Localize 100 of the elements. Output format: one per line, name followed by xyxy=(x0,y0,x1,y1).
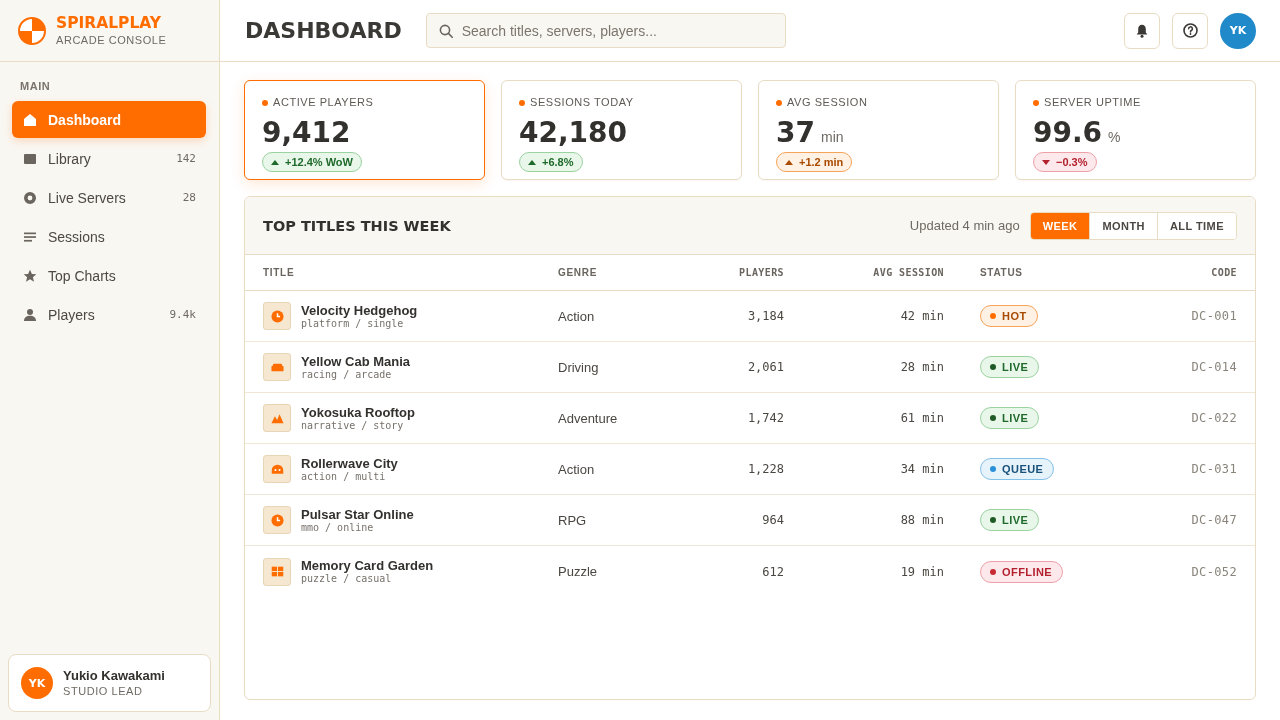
column-header[interactable]: PLAYERS xyxy=(739,267,784,278)
panel-title: TOP TITLES THIS WEEK xyxy=(263,216,451,235)
table-cell: 3,184 xyxy=(747,309,784,323)
dot-icon xyxy=(262,99,268,106)
column-header[interactable]: CODE xyxy=(1211,267,1237,278)
table-cell: DC-047 xyxy=(1191,513,1237,527)
kpi-label: SESSIONS TODAY xyxy=(530,96,634,109)
person-icon xyxy=(23,307,37,322)
table-cell: Adventure xyxy=(558,410,618,426)
section-label: MAIN xyxy=(20,80,51,93)
table-cell: 612 xyxy=(762,564,784,579)
nav-item[interactable]: Live Servers 28 xyxy=(12,179,206,216)
caret-up-icon xyxy=(785,159,793,165)
checkered-disc-icon xyxy=(18,16,46,45)
caret-up-icon xyxy=(271,159,279,165)
title-tags: mmo / online xyxy=(301,521,374,534)
delta-value: +12.4% WoW xyxy=(285,156,353,168)
title-tags: platform / single xyxy=(301,317,404,330)
nav-item[interactable]: Sessions xyxy=(12,218,206,255)
status-dot-icon xyxy=(990,313,996,319)
delta-value: +1.2 min xyxy=(799,156,844,168)
kpi-label: AVG SESSION xyxy=(787,96,868,109)
delta-value: +6.8% xyxy=(542,156,574,168)
table-cell: 28 min xyxy=(900,360,944,374)
search-field[interactable]: Search titles, servers, players... xyxy=(425,13,786,48)
mountain-icon xyxy=(263,404,291,432)
status-label: LIVE xyxy=(1002,514,1029,526)
help-button[interactable] xyxy=(1172,12,1208,49)
status-label: LIVE xyxy=(1002,361,1029,373)
title-tags: racing / arcade xyxy=(301,368,392,381)
nav-item[interactable]: Top Charts xyxy=(12,257,206,294)
item-count: 9.4k xyxy=(169,308,196,321)
status-dot-icon xyxy=(990,466,996,472)
item-count: 142 xyxy=(176,152,196,165)
delta-value: −0.3% xyxy=(1056,156,1088,168)
user-card[interactable]: YK Yukio Kawakami STUDIO LEAD xyxy=(8,654,211,712)
kpi-unit: % xyxy=(1108,129,1121,145)
table-cell: 88 min xyxy=(900,513,944,527)
status-dot-icon xyxy=(990,517,996,523)
title-name: Yellow Cab Mania xyxy=(301,353,411,369)
kpi-unit: min xyxy=(820,129,844,145)
kpi-value: 37 xyxy=(776,117,815,149)
status-label: OFFLINE xyxy=(1002,565,1053,578)
brand-subtitle: ARCADE CONSOLE xyxy=(56,33,167,47)
column-header[interactable]: TITLE xyxy=(263,267,295,278)
user-name: Yukio Kawakami xyxy=(63,668,165,683)
table-cell: DC-022 xyxy=(1191,411,1237,425)
caret-up-icon xyxy=(528,159,536,165)
clock-icon xyxy=(263,302,291,330)
table-cell: Driving xyxy=(558,359,599,375)
title-name: Pulsar Star Online xyxy=(301,506,414,522)
table-cell: 964 xyxy=(762,513,784,527)
user-avatar[interactable]: YK xyxy=(1220,12,1256,49)
status-dot-icon xyxy=(990,364,996,370)
rectangle-icon xyxy=(23,151,37,166)
item-count: 28 xyxy=(182,191,196,204)
dot-icon xyxy=(1033,99,1039,106)
dome-icon xyxy=(263,455,291,483)
bell-icon xyxy=(1136,23,1148,38)
title-name: Memory Card Garden xyxy=(301,558,434,573)
help-icon xyxy=(1182,23,1198,38)
title-name: Rollerwave City xyxy=(301,455,398,471)
table-cell: 1,742 xyxy=(747,411,784,425)
table-cell: DC-001 xyxy=(1191,309,1237,323)
table-cell: 42 min xyxy=(900,309,944,323)
column-header[interactable]: AVG SESSION xyxy=(873,267,944,278)
title-tags: action / multi xyxy=(301,470,386,483)
user-role: STUDIO LEAD xyxy=(63,685,143,698)
table-cell: RPG xyxy=(558,512,587,528)
table-cell: DC-031 xyxy=(1191,462,1237,476)
notifications-button[interactable] xyxy=(1124,12,1160,49)
table-cell: DC-014 xyxy=(1191,360,1237,374)
dot-icon xyxy=(519,99,525,106)
page-title: DASHBOARD xyxy=(245,17,402,44)
user-avatar: YK xyxy=(21,667,53,699)
dot-icon xyxy=(776,99,782,106)
column-header[interactable]: GENRE xyxy=(558,267,598,278)
title-name: Yokosuka Rooftop xyxy=(301,404,415,420)
kpi-label: SERVER UPTIME xyxy=(1044,96,1141,109)
status-dot-icon xyxy=(990,568,996,575)
search-icon xyxy=(438,23,453,38)
kpi-value: 42,180 xyxy=(519,117,628,149)
title-tags: narrative / story xyxy=(301,419,404,432)
status-dot-icon xyxy=(990,415,996,421)
table-cell: Action xyxy=(558,308,595,324)
table-cell: 19 min xyxy=(900,564,944,579)
kpi-label: ACTIVE PLAYERS xyxy=(273,96,374,109)
nav-item[interactable]: Library 142 xyxy=(12,140,206,177)
star-icon xyxy=(23,268,37,283)
updated-text: Updated 4 min ago xyxy=(909,218,1020,233)
column-header[interactable]: STATUS xyxy=(980,267,1023,278)
title-name: Velocity Hedgehog xyxy=(301,302,418,318)
period-tab[interactable]: ALL TIME xyxy=(1156,212,1236,239)
title-tags: puzzle / casual xyxy=(301,573,392,585)
clock-icon xyxy=(263,506,291,534)
nav-item[interactable]: Players 9.4k xyxy=(12,296,206,333)
table-cell: 61 min xyxy=(900,411,944,425)
table-cell: 2,061 xyxy=(747,360,784,374)
grid-icon xyxy=(263,557,291,586)
brand-name: SPIRALPLAY xyxy=(56,14,162,32)
